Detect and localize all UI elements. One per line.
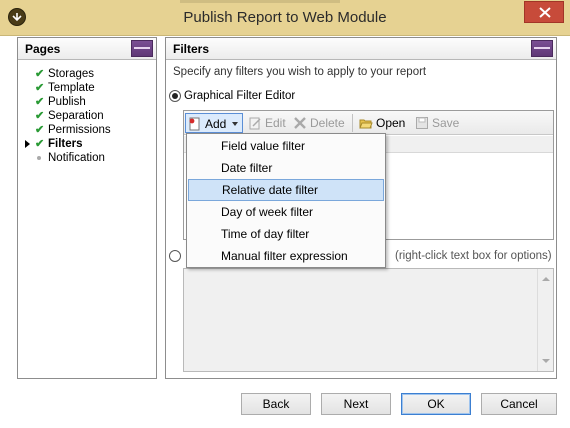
close-icon [539,7,551,18]
title-strip [180,0,340,3]
delete-icon [294,117,306,129]
add-filter-menu: Field value filter Date filter Relative da… [186,133,386,268]
sidebar-item-label: Publish [48,96,86,108]
sidebar-item[interactable]: ✔ Publish [18,95,156,109]
back-button[interactable]: Back [241,393,311,415]
add-label: Add [205,117,227,131]
window-title: Publish Report to Web Module [183,9,387,26]
pending-dot-icon [37,156,41,160]
checkmark-icon: ✔ [35,110,45,122]
menu-item[interactable]: Time of day filter [188,223,384,245]
filters-heading: Filters [173,42,210,56]
graphical-editor-label: Graphical Filter Editor [184,90,296,102]
delete-label: Delete [310,116,345,130]
pages-panel: Pages ✔ Storages ✔ Template ✔ Publish ✔ Separat… [17,37,157,379]
expression-scrollbar[interactable] [537,269,553,371]
scroll-down-icon[interactable] [542,359,550,363]
menu-item[interactable]: Day of week filter [188,201,384,223]
pages-list: ✔ Storages ✔ Template ✔ Publish ✔ Separation ✔ Pe… [18,60,156,165]
add-button[interactable]: Add [185,113,243,133]
open-label: Open [376,116,406,130]
sidebar-item-label: Filters [48,138,83,150]
sidebar-item[interactable]: ✔ Storages [18,67,156,81]
sidebar-item[interactable]: ✔ Template [18,81,156,95]
menu-item[interactable]: Date filter [188,157,384,179]
pages-panel-header: Pages [18,38,156,60]
sidebar-item[interactable]: ✔ Separation [18,109,156,123]
sidebar-item-label: Permissions [48,124,111,136]
toolbar-separator [352,114,353,132]
checkmark-icon: ✔ [35,96,45,108]
filters-panel-header: Filters [166,38,556,60]
checkmark-icon: ✔ [35,82,45,94]
collapse-icon[interactable] [131,40,153,57]
menu-item[interactable]: Relative date filter [188,179,384,201]
ok-button[interactable]: OK [401,393,471,415]
next-button[interactable]: Next [321,393,391,415]
folder-open-icon [359,119,373,129]
expression-hint: (right-click text box for options) [395,250,552,262]
expression-radio[interactable] [169,250,181,262]
scroll-up-icon[interactable] [542,277,550,281]
save-button[interactable]: Save [413,113,459,133]
chevron-down-icon [232,122,238,126]
save-icon [416,117,428,129]
edit-label: Edit [265,116,286,130]
expression-textbox[interactable] [183,268,554,372]
delete-button[interactable]: Delete [291,113,349,133]
current-page-arrow-icon [25,140,30,148]
edit-icon [249,117,261,130]
sidebar-item-label: Template [48,82,95,94]
close-button[interactable] [524,1,564,23]
sidebar-item-label: Storages [48,68,95,80]
checkmark-icon: ✔ [35,124,45,136]
open-button[interactable]: Open [357,113,409,133]
title-bar: Publish Report to Web Module [0,0,570,36]
checkmark-icon: ✔ [35,68,45,80]
menu-item[interactable]: Field value filter [188,135,384,157]
filters-description: Specify any filters you wish to apply to… [173,66,427,78]
filter-toolbar: Add Edit Delete Open Save [184,111,553,135]
save-label: Save [432,116,460,130]
sidebar-item[interactable]: ✔ Permissions [18,123,156,137]
menu-item[interactable]: Manual filter expression [188,245,384,267]
sidebar-item-label: Notification [48,152,105,164]
sidebar-item[interactable]: Notification [18,151,156,165]
edit-button[interactable]: Edit [246,113,288,133]
pages-heading: Pages [25,42,61,56]
new-filter-icon [189,117,200,131]
cancel-button[interactable]: Cancel [481,393,557,415]
sidebar-item-label: Separation [48,110,104,122]
checkmark-icon: ✔ [35,138,45,150]
collapse-icon[interactable] [531,40,553,57]
graphical-editor-radio[interactable] [169,90,181,102]
sidebar-item[interactable]: ✔ Filters [18,137,156,151]
